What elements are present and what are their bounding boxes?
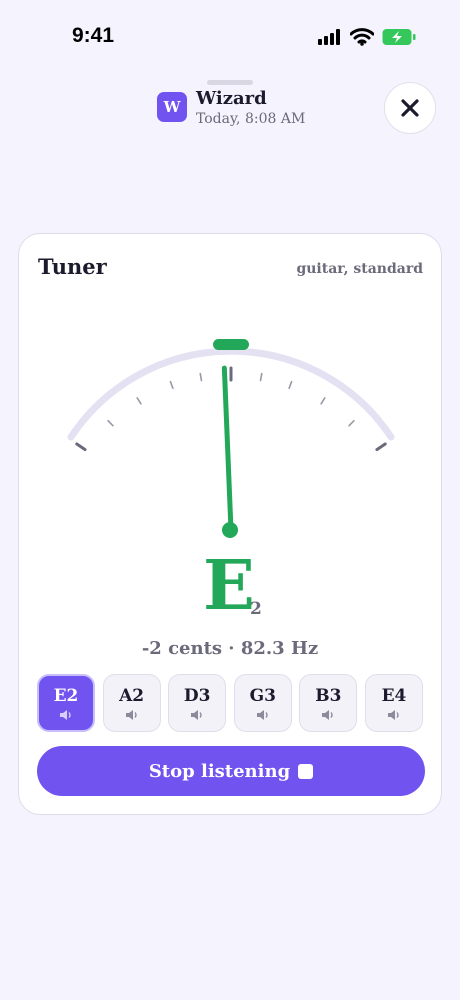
string-button-b3[interactable]: B3 [299,674,358,732]
tuner-card: Tuner guitar, standard E 2 -2 cents · 82… [18,233,442,815]
app-icon: W [157,92,187,122]
close-icon [401,99,419,117]
string-button-g3[interactable]: G3 [233,674,292,732]
tuner-gauge [67,339,395,538]
string-button-e4[interactable]: E4 [364,674,423,732]
in-tune-marker [213,339,249,350]
gauge-tick [288,380,293,390]
wifi-icon [350,28,374,46]
string-selector: E2 A2 D3 G3 B3 E4 [37,674,423,732]
detected-note: E [203,546,255,626]
string-label: G3 [249,685,276,706]
string-label: D3 [183,685,211,706]
gauge-tick [107,419,114,427]
gauge-tick [75,442,87,452]
stop-listening-button[interactable]: Stop listening [37,746,425,796]
battery-charging-icon [382,29,416,45]
sheet-grabber[interactable] [207,80,253,85]
string-label: B3 [315,685,342,706]
stop-icon [298,763,314,779]
string-label: E4 [381,685,407,706]
speaker-icon [256,709,268,720]
gauge-tick [199,372,203,382]
status-bar: 9:41 [0,0,460,60]
string-label: A2 [119,685,145,706]
gauge-arc [67,347,395,441]
gauge-tick [259,372,263,382]
string-button-d3[interactable]: D3 [168,674,227,732]
string-button-e2[interactable]: E2 [37,674,95,732]
app-timestamp: Today, 8:08 AM [196,111,306,127]
string-button-a2[interactable]: A2 [102,674,161,732]
speaker-icon [60,709,71,720]
app-name: Wizard [196,88,267,109]
gauge-tick [375,442,387,452]
speaker-icon [125,709,137,720]
close-button[interactable] [384,82,436,134]
gauge-tick [169,380,174,390]
string-label: E2 [53,685,79,706]
speaker-icon [322,709,334,720]
gauge-tick [348,419,355,427]
speaker-icon [387,709,399,720]
detected-octave: 2 [250,599,262,619]
tuner-needle [221,365,234,533]
gauge-tick [136,397,142,405]
status-time: 9:41 [72,24,115,47]
needle-pivot [222,522,238,538]
pitch-readout: -2 cents · 82.3 Hz [141,638,319,659]
signal-icon [318,29,340,45]
stop-listening-label: Stop listening [148,760,291,782]
gauge-tick [320,397,326,405]
speaker-icon [191,709,202,720]
status-icons [318,28,416,46]
